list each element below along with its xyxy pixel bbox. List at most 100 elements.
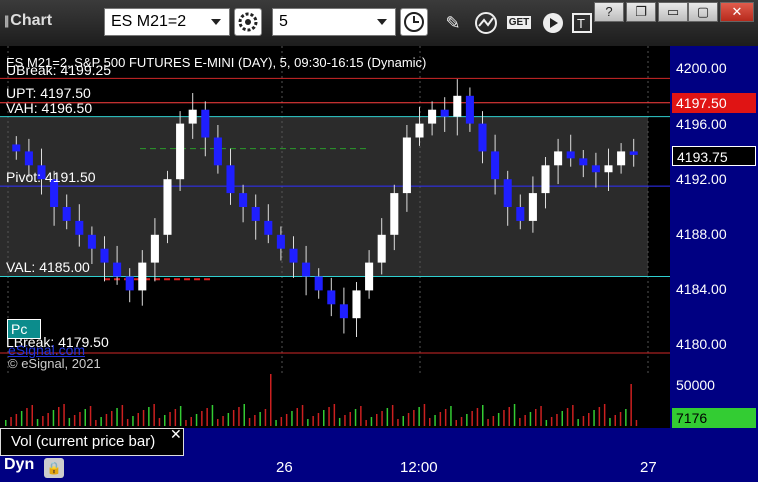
- candle-body: [453, 95, 462, 117]
- volume-bar: [238, 407, 240, 426]
- upt-label: UPT: 4197.50: [6, 85, 91, 101]
- ubreak-label: UBreak: 4199.25: [6, 62, 112, 78]
- candle-body: [591, 165, 600, 173]
- volume-bar: [338, 418, 341, 426]
- volume-bar: [195, 414, 198, 426]
- play-icon[interactable]: [540, 10, 566, 36]
- candle-body: [163, 179, 172, 235]
- volume-bar: [598, 407, 601, 426]
- volume-bar: [370, 417, 373, 426]
- interval-input[interactable]: 5: [272, 8, 396, 36]
- close-icon[interactable]: ✕: [170, 426, 182, 443]
- candle-body: [213, 137, 222, 166]
- volume-bar: [280, 417, 283, 426]
- maximize-button[interactable]: ▢: [688, 2, 718, 22]
- candle-body: [465, 95, 474, 124]
- volume-bar: [413, 410, 415, 426]
- minimize-button[interactable]: ▭: [658, 2, 688, 22]
- volume-bar: [519, 418, 521, 426]
- candle-body: [428, 109, 437, 124]
- price-tick: 4184.00: [676, 281, 727, 297]
- study-icon[interactable]: [474, 10, 500, 36]
- candlestick-plot[interactable]: [0, 46, 670, 374]
- volume-panel[interactable]: [0, 368, 670, 428]
- chart-toolbar: || Chart ES M21=2 5 ✎ GET T ? ❐ ▭ ▢ ✕: [0, 0, 758, 46]
- volume-bar: [89, 406, 92, 426]
- volume-bar: [217, 419, 219, 426]
- volume-bar: [444, 409, 447, 426]
- volume-bar: [105, 414, 108, 426]
- candle-body: [617, 151, 626, 166]
- restore-button[interactable]: ❐: [626, 2, 656, 22]
- candle-body: [176, 123, 185, 180]
- candle-body: [62, 207, 71, 221]
- volume-bar: [206, 408, 208, 426]
- candle-body: [478, 123, 487, 152]
- candle-body: [503, 179, 512, 207]
- text-icon[interactable]: T: [570, 10, 596, 36]
- close-button[interactable]: ✕: [720, 2, 754, 22]
- volume-bar: [190, 417, 192, 426]
- volume-bar: [270, 368, 272, 426]
- settings-gear-button[interactable]: [234, 8, 262, 36]
- svg-text:T: T: [577, 16, 585, 31]
- volume-bar: [328, 407, 330, 426]
- candle-body: [554, 151, 563, 166]
- chevron-down-icon[interactable]: [377, 19, 387, 25]
- volume-bar: [63, 404, 65, 426]
- time-axis[interactable]: [0, 456, 670, 482]
- volume-bar: [630, 384, 632, 426]
- volume-bar: [185, 420, 187, 426]
- candle-body: [113, 262, 122, 277]
- candle-body: [604, 165, 613, 173]
- volume-bar: [169, 412, 171, 426]
- volume-bar: [222, 416, 224, 426]
- candle-body: [579, 158, 588, 166]
- volume-bar: [529, 412, 532, 426]
- volume-bar: [307, 419, 309, 426]
- candle-body: [541, 165, 550, 194]
- volume-bar: [317, 413, 320, 426]
- volume-bar: [360, 406, 362, 426]
- volume-bar: [471, 411, 473, 426]
- candle-body: [251, 207, 260, 221]
- candle-body: [125, 276, 134, 291]
- candle-body: [87, 234, 96, 249]
- volume-bar: [126, 419, 129, 426]
- volume-plot[interactable]: [0, 368, 670, 428]
- time-tick: 12:00: [400, 459, 438, 476]
- volume-bar: [153, 404, 155, 426]
- volume-bar: [95, 420, 97, 426]
- candle-body: [339, 304, 348, 319]
- clock-button[interactable]: [400, 8, 428, 36]
- symbol-input[interactable]: ES M21=2: [104, 8, 230, 36]
- volume-bar: [418, 407, 420, 426]
- help-button[interactable]: ?: [594, 2, 624, 22]
- volume-bar: [232, 410, 235, 426]
- pivot-label: Pivot: 4191.50: [6, 169, 96, 185]
- volume-bar: [561, 411, 563, 426]
- volume-bar: [15, 414, 18, 426]
- volume-bar: [5, 420, 7, 426]
- pencil-icon[interactable]: ✎: [440, 10, 466, 36]
- price-chart[interactable]: [0, 46, 670, 374]
- chevron-down-icon[interactable]: [211, 19, 221, 25]
- volume-bar: [312, 416, 314, 426]
- drag-grip-icon[interactable]: ||: [4, 13, 9, 28]
- dyn-mode-label[interactable]: Dyn: [4, 456, 34, 474]
- get-icon[interactable]: GET: [506, 10, 532, 36]
- volume-bar: [47, 413, 49, 426]
- volume-bar: [79, 412, 81, 426]
- app-brand[interactable]: || Chart: [4, 12, 52, 30]
- volume-bar: [497, 413, 500, 426]
- candle-body: [276, 234, 285, 249]
- volume-bar: [264, 409, 267, 426]
- volume-bar: [609, 418, 611, 426]
- volume-bar: [572, 405, 574, 426]
- pc-button[interactable]: Pc: [7, 319, 41, 339]
- volume-bar: [397, 419, 399, 426]
- lock-icon[interactable]: 🔒: [44, 458, 64, 478]
- volume-bar: [333, 404, 336, 426]
- value-area-shade: [0, 116, 648, 277]
- candle-body: [440, 109, 449, 117]
